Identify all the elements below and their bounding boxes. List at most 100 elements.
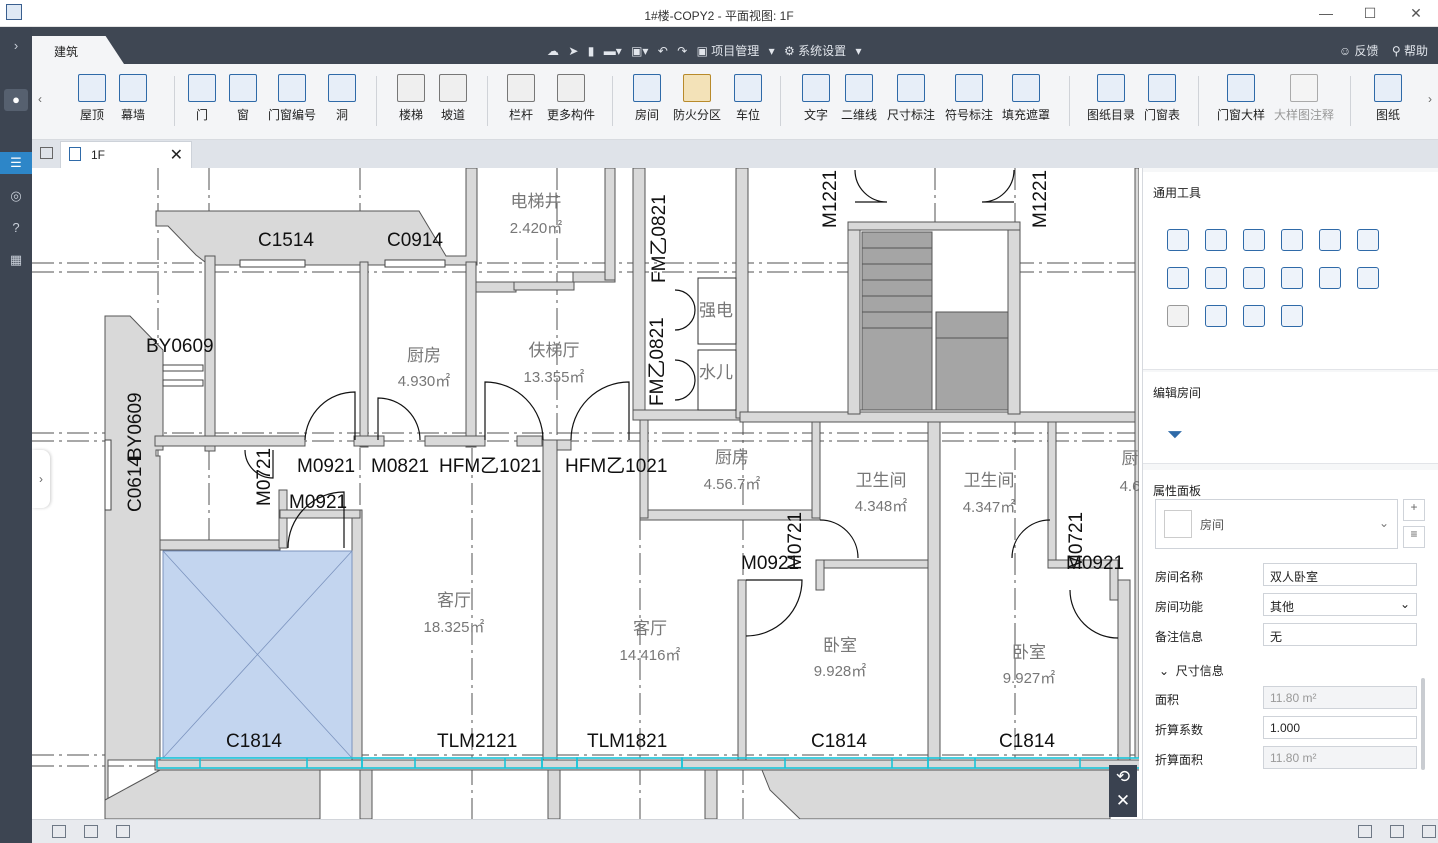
tool-parking[interactable]: 车位 xyxy=(734,74,762,123)
tool-dimension[interactable]: 尺寸标注 xyxy=(887,74,935,123)
reset-view-icon[interactable]: ⟲ xyxy=(1109,765,1137,789)
tool-room[interactable]: 房间 xyxy=(633,74,661,123)
factor-field[interactable]: 1.000 xyxy=(1263,716,1417,739)
document-icon[interactable]: ▮ xyxy=(588,44,595,58)
tool-door-window-table[interactable]: 门窗表 xyxy=(1144,74,1180,123)
tool-stair[interactable]: 楼梯 xyxy=(397,74,425,123)
delete-icon[interactable] xyxy=(1167,305,1189,327)
tab-1f[interactable]: 1F ✕ xyxy=(60,141,192,168)
settings-menu-label: 系统设置 xyxy=(798,44,847,58)
maximize-button[interactable]: ☐ xyxy=(1357,4,1383,22)
tool-window[interactable]: 窗 xyxy=(229,74,257,123)
room-area: 13.355㎡ xyxy=(524,369,585,386)
export-icon[interactable]: ▣▾ xyxy=(631,44,648,58)
close-tab-icon[interactable]: ✕ xyxy=(170,145,183,165)
type-list-button[interactable]: ≡ xyxy=(1403,526,1425,548)
view-toggle-icon[interactable] xyxy=(40,147,53,159)
size-section-toggle[interactable]: ⌄ 尺寸信息 xyxy=(1159,662,1224,679)
tool-roof[interactable]: 屋顶 xyxy=(78,74,106,123)
object-snap-icon[interactable] xyxy=(116,825,130,838)
edit-room-section: 编辑房间 ⏷ xyxy=(1143,372,1438,464)
tool-2d-line[interactable]: 二维线 xyxy=(841,74,877,123)
project-menu[interactable]: ▣ 项目管理 ▾ xyxy=(697,44,775,58)
layout-grid-icon[interactable] xyxy=(52,825,66,838)
offset-icon[interactable] xyxy=(1205,267,1227,289)
tool-fire-zone[interactable]: 防火分区 xyxy=(673,74,721,123)
scroll-right-icon[interactable]: › xyxy=(1428,92,1432,106)
mirror-icon[interactable] xyxy=(1357,267,1379,289)
door-number-icon xyxy=(278,74,306,102)
divider xyxy=(1069,76,1070,126)
close-tool-icon[interactable]: ✕ xyxy=(1109,789,1137,813)
scroll-left-icon[interactable]: ‹ xyxy=(38,92,42,106)
tool-railing[interactable]: 栏杆 xyxy=(507,74,535,123)
user-icon[interactable]: ● xyxy=(4,89,28,111)
feedback-button[interactable]: ☺ 反馈 xyxy=(1339,44,1379,58)
array-icon[interactable] xyxy=(1281,267,1303,289)
help-circle-icon[interactable]: ? xyxy=(4,217,28,239)
list-view-icon[interactable]: ☰ xyxy=(0,152,32,174)
floor-plan: C1514 C0914 BY0609 BY0609 C0614 M0721 M0… xyxy=(32,168,1139,819)
section-title: 编辑房间 xyxy=(1153,386,1202,400)
tool-more-components[interactable]: 更多构件 xyxy=(547,74,595,123)
tablet-icon[interactable] xyxy=(1390,825,1404,838)
tool-fill-mask[interactable]: 填充遮罩 xyxy=(1002,74,1050,123)
panel-scrollbar[interactable] xyxy=(1421,678,1425,770)
close-button[interactable]: ✕ xyxy=(1403,4,1429,22)
tool-detail-annotation[interactable]: 大样图注释 xyxy=(1274,74,1334,123)
tool-door-window-number[interactable]: 门窗编号 xyxy=(268,74,316,123)
compass-icon[interactable]: ◎ xyxy=(4,185,28,207)
split-icon[interactable] xyxy=(1319,229,1341,251)
group-icon[interactable] xyxy=(1319,267,1341,289)
undo-icon[interactable]: ↶ xyxy=(658,44,668,58)
tool-label: 门窗编号 xyxy=(268,108,317,122)
tool-opening[interactable]: 洞 xyxy=(328,74,356,123)
grid-apps-icon[interactable]: ▦ xyxy=(4,249,28,271)
expand-rail-icon[interactable]: › xyxy=(4,35,28,57)
fullscreen-icon[interactable] xyxy=(1422,825,1436,838)
3d-view-icon[interactable] xyxy=(1205,305,1227,327)
settings-menu[interactable]: ⚙ 系统设置 ▾ xyxy=(784,44,861,58)
move-icon[interactable] xyxy=(1167,229,1189,251)
tab-architecture[interactable]: 建筑 xyxy=(32,36,124,64)
room-function-select[interactable]: 其他 ⌄ xyxy=(1263,593,1417,616)
folder-icon[interactable]: ▬▾ xyxy=(604,44,622,58)
room-icon xyxy=(633,74,661,102)
notes-field[interactable]: 无 xyxy=(1263,623,1417,646)
extend-icon[interactable] xyxy=(1243,267,1265,289)
collapse-panel-handle[interactable]: › xyxy=(32,450,50,508)
match-icon[interactable] xyxy=(1243,305,1265,327)
duplicate-icon[interactable] xyxy=(1167,267,1189,289)
canvas-actions: ⟲ ✕ xyxy=(1109,765,1137,817)
room-name-field[interactable]: 双人卧室 xyxy=(1263,563,1417,586)
plan-label: HFM乙1021 xyxy=(439,456,541,477)
rotate-icon[interactable] xyxy=(1243,229,1265,251)
plan-label: C0914 xyxy=(387,230,443,251)
type-selector[interactable]: 房间 ⌄ xyxy=(1155,499,1398,549)
tool-door-window-detail[interactable]: 门窗大样 xyxy=(1217,74,1265,123)
tool-text[interactable]: 文字 xyxy=(802,74,830,123)
filter-icon[interactable]: ⏷ xyxy=(1167,424,1183,447)
tool-ramp[interactable]: 坡道 xyxy=(439,74,467,123)
trim-icon[interactable] xyxy=(1357,229,1379,251)
help-button[interactable]: ⚲ 帮助 xyxy=(1392,44,1428,58)
tool-drawing[interactable]: 图纸 xyxy=(1374,74,1402,123)
snap-icon[interactable] xyxy=(84,825,98,838)
prop-label-room-name: 房间名称 xyxy=(1155,570,1204,584)
screen-icon[interactable] xyxy=(1358,825,1372,838)
copy-icon[interactable] xyxy=(1205,229,1227,251)
plan-label: FM乙0821 xyxy=(647,317,668,406)
minimize-button[interactable]: — xyxy=(1313,4,1339,22)
tool-curtain-wall[interactable]: 幕墙 xyxy=(119,74,147,123)
tool-door[interactable]: 门 xyxy=(188,74,216,123)
redo-icon[interactable]: ↷ xyxy=(677,44,687,58)
drawing-canvas[interactable]: C1514 C0914 BY0609 BY0609 C0614 M0721 M0… xyxy=(32,168,1139,819)
tool-symbol[interactable]: 符号标注 xyxy=(945,74,993,123)
add-type-button[interactable]: + xyxy=(1403,499,1425,521)
tool-drawing-list[interactable]: 图纸目录 xyxy=(1087,74,1135,123)
send-icon[interactable]: ➤ xyxy=(568,44,578,58)
document-tab-bar: 1F ✕ xyxy=(32,140,1438,168)
cloud-upload-icon[interactable]: ☁ xyxy=(547,44,559,58)
measure-icon[interactable] xyxy=(1281,305,1303,327)
align-icon[interactable] xyxy=(1281,229,1303,251)
